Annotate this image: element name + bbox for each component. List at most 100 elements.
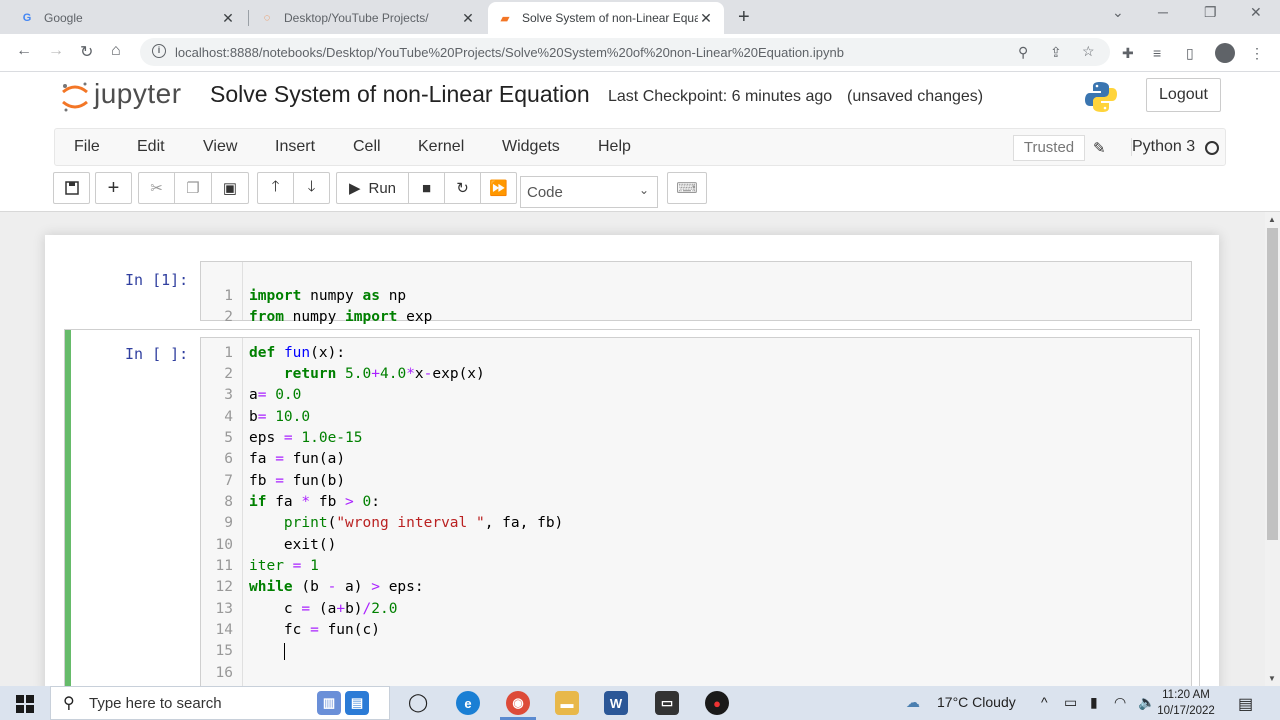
notebook-title[interactable]: Solve System of non-Linear Equation [210,81,590,108]
jupyter-logo-icon[interactable] [60,80,90,114]
wifi-icon[interactable]: ◠ [1114,694,1126,711]
menu-kebab-icon[interactable]: ⋮ [1250,45,1264,62]
share-icon[interactable]: ⇪ [1050,44,1062,61]
home-icon[interactable]: ⌂ [111,42,121,60]
restore-icon[interactable]: ❐ [1204,4,1217,21]
taskbar-search[interactable]: ⚲ Type here to search ▥ ▤ [50,686,390,720]
clipboard-group: ✂ ❐ ▣ [138,172,249,204]
line-number: 16 [215,665,233,681]
tab-google[interactable]: G Google ✕ [10,2,246,34]
forward-icon[interactable]: → [48,42,64,60]
run-button[interactable]: ▶ Run [336,172,409,204]
run-label: Run [368,179,397,197]
line-number: 11 [215,558,233,574]
restart-run-all-button[interactable]: ⏩ [480,172,517,204]
scissors-icon: ✂ [150,180,163,197]
menu-edit[interactable]: Edit [137,138,165,156]
restart-icon: ↻ [456,180,469,197]
interrupt-button[interactable]: ■ [408,172,445,204]
code-cell-input[interactable]: 1 import numpy as np 2 from numpy import e… [200,261,1192,325]
zoom-icon[interactable]: ⚲ [1018,44,1028,61]
menu-view[interactable]: View [203,138,237,156]
menu-file[interactable]: File [74,138,100,156]
line-number: 4 [224,409,233,425]
run-group: ▶ Run ■ ↻ ⏩ [336,172,517,204]
menu-kernel[interactable]: Kernel [418,138,464,156]
paste-button[interactable]: ▣ [211,172,249,204]
jupyter-logo-text[interactable]: jupyter [94,78,182,110]
volume-icon[interactable]: 🔈 [1138,694,1155,711]
new-tab-button[interactable]: + [738,6,750,29]
tab-directory[interactable]: ◌ Desktop/YouTube Projects/ ✕ [250,2,486,34]
search-icon: ⚲ [63,695,75,712]
command-palette-button[interactable]: ⌨ [667,172,707,204]
windows-start-icon[interactable] [16,695,34,713]
close-icon[interactable]: ✕ [698,10,714,27]
edge-icon[interactable]: e [456,691,480,715]
profile-avatar[interactable] [1215,43,1235,63]
reload-icon[interactable]: ↻ [80,42,93,62]
url-text[interactable]: localhost:8888/notebooks/Desktop/YouTube… [175,45,844,60]
close-icon[interactable]: ✕ [220,10,236,27]
close-icon[interactable]: ✕ [460,10,476,27]
move-up-button[interactable]: 🡑 [257,172,294,204]
weather-icon[interactable]: ☁ [906,694,920,711]
tab-notebook[interactable]: ▰ Solve System of non-Linear Equa ✕ [488,2,724,34]
taskbar-clock[interactable]: 11:20 AM 10/17/2022 [1156,687,1216,719]
arrow-up-icon: 🡑 [271,177,280,195]
battery-icon[interactable]: ▮ [1090,694,1098,711]
jupyter-header: jupyter Solve System of non-Linear Equat… [0,72,1280,212]
show-hidden-icons[interactable]: ^ [1041,694,1048,710]
insert-cell-button[interactable]: + [95,172,132,204]
code-cell-input[interactable]: 1 def fun(x): 2 return 5.0+4.0*x-exp(x) 3… [200,337,1192,686]
task-view-icon[interactable]: ◯ [408,692,428,713]
weather-text[interactable]: 17°C Cloudy [937,694,1016,710]
chrome-icon[interactable]: ◉ [506,691,530,715]
trusted-badge[interactable]: Trusted [1013,135,1085,161]
line-number: 9 [224,515,233,531]
logout-button[interactable]: Logout [1146,78,1221,112]
menu-cell[interactable]: Cell [353,138,381,156]
line-number: 6 [224,451,233,467]
tab-search-icon[interactable]: ⌄ [1112,4,1124,21]
menu-bar: File Edit View Insert Cell Kernel Widget… [54,128,1226,166]
line-number: 7 [224,473,233,489]
scroll-down-icon[interactable]: ▼ [1268,674,1276,683]
word-icon[interactable]: W [604,691,628,715]
vertical-scrollbar[interactable]: ▲ ▼ [1265,212,1280,686]
scroll-up-icon[interactable]: ▲ [1268,215,1276,224]
edit-pencil-icon[interactable]: ✎ [1093,139,1106,157]
move-down-button[interactable]: 🡓 [293,172,330,204]
clock-time: 11:20 AM [1162,689,1210,701]
kernel-status-icon [1205,141,1219,155]
network-device-icon[interactable]: ▭ [1064,694,1077,711]
url-field[interactable]: i localhost:8888/notebooks/Desktop/YouTu… [140,38,1110,66]
bookmark-star-icon[interactable]: ☆ [1082,43,1095,60]
cell-type-select[interactable]: Code ⌄ [520,176,658,208]
back-icon[interactable]: ← [16,42,32,60]
app-icon[interactable]: ● [705,691,729,715]
side-panel-icon[interactable]: ▯ [1186,45,1194,62]
notifications-icon[interactable]: ▤ [1238,694,1253,714]
copy-button[interactable]: ❐ [174,172,212,204]
line-number: 2 [224,309,233,325]
cut-button[interactable]: ✂ [138,172,175,204]
keyboard-icon: ⌨ [676,180,698,197]
code-line: 1 import numpy as np [201,272,406,304]
file-explorer-icon[interactable]: ▬ [555,691,579,715]
reading-list-icon[interactable]: ≡ [1153,45,1161,61]
terminal-icon[interactable]: ▭ [655,691,679,715]
close-window-icon[interactable]: ✕ [1250,4,1262,21]
save-button[interactable] [53,172,90,204]
menu-widgets[interactable]: Widgets [502,138,560,156]
extensions-icon[interactable]: ✚ [1122,45,1134,62]
text-cursor [283,643,285,660]
tab-title: Google [44,11,83,25]
restart-button[interactable]: ↻ [444,172,481,204]
minimize-icon[interactable]: ─ [1158,4,1168,20]
menu-insert[interactable]: Insert [275,138,315,156]
menu-help[interactable]: Help [598,138,631,156]
kernel-name[interactable]: Python 3 [1131,138,1195,156]
site-info-icon[interactable]: i [152,44,166,58]
scrollbar-thumb[interactable] [1267,228,1278,540]
